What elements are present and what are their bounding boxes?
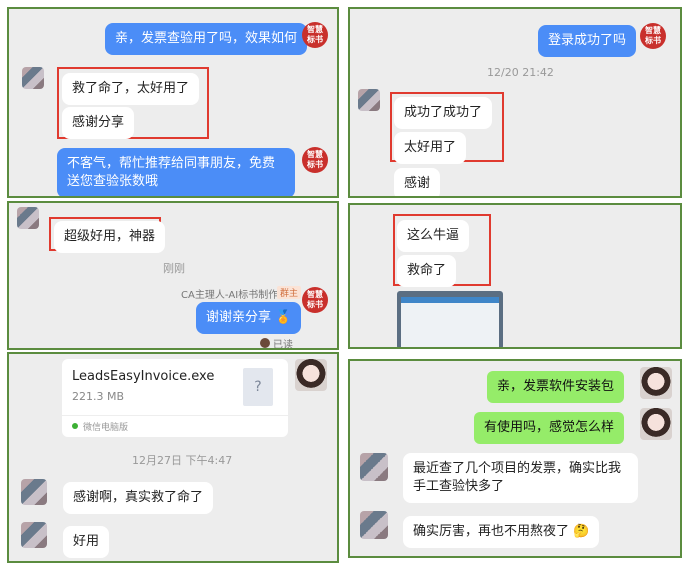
contact-avatar [360,511,388,539]
thumbnail-screen [401,297,499,347]
incoming-message[interactable]: 救命了 [397,255,457,287]
sender-avatar [640,367,672,399]
zhihui-biaoshu-avatar: 智慧标书 [302,147,328,173]
incoming-message[interactable]: 超级好用，神器 [54,221,166,253]
outgoing-message[interactable]: 亲，发票软件安装包 [487,371,625,403]
read-status: 已读 [273,340,293,350]
outgoing-message[interactable]: 谢谢亲分享 🏅 [196,302,302,334]
zhihui-biaoshu-avatar: 智慧标书 [302,22,328,48]
outgoing-message[interactable]: 亲，发票查验用了吗，效果如何 [105,23,308,55]
contact-avatar [360,453,388,481]
incoming-message[interactable]: 感谢分享 [62,107,135,139]
sender-name: CA主理人-AI标书制作 [181,290,279,301]
incoming-message[interactable]: 最近查了几个项目的发票，确实比我手工查验快多了 [403,453,638,503]
outgoing-message[interactable]: 登录成功了吗 [538,25,637,57]
chat-panel-4: 这么牛逼 救命了 [348,203,682,349]
contact-avatar [358,89,380,111]
incoming-message[interactable]: 好用 [63,526,110,558]
chat-panel-6: 亲，发票软件安装包 有使用吗，感觉怎么样 最近查了几个项目的发票，确实比我手工查… [348,359,682,558]
file-card[interactable]: LeadsEasyInvoice.exe 221.3 MB ? 微信电脑版 [62,359,288,437]
chat-panel-1: 亲，发票查验用了吗，效果如何 智慧标书 救了命了，太好用了 感谢分享 不客气，帮… [7,7,339,198]
timestamp: 刚刚 [163,262,185,275]
sender-avatar [640,408,672,440]
outgoing-message-text: 谢谢亲分享 [206,310,272,325]
reader-avatar [260,338,270,348]
owner-tag: 群主 [277,286,302,299]
outgoing-message[interactable]: 有使用吗，感觉怎么样 [474,412,625,444]
zhihui-biaoshu-avatar: 智慧标书 [302,287,328,313]
chat-panel-2: 登录成功了吗 智慧标书 12/20 21:42 成功了成功了 太好用了 感谢 [348,7,682,198]
incoming-message[interactable]: 确实厉害，再也不用熬夜了 🤔 [403,516,600,548]
zhihui-biaoshu-avatar: 智慧标书 [640,23,666,49]
screenshot-thumbnail[interactable] [397,291,503,347]
incoming-message[interactable]: 这么牛逼 [397,220,470,252]
file-card-divider [62,415,288,416]
file-size: 221.3 MB [72,390,125,403]
contact-avatar [17,207,39,229]
sweat-emoji-icon: 🤔 [573,524,590,539]
contact-avatar [21,522,47,548]
incoming-message-text: 确实厉害，再也不用熬夜了 [413,524,570,539]
file-source: 微信电脑版 [83,423,129,433]
contact-avatar [22,67,44,89]
contact-avatar [21,479,47,505]
thumbnail-header-bar [401,297,499,303]
medal-emoji-icon: 🏅 [275,310,292,325]
file-name: LeadsEasyInvoice.exe [72,369,215,384]
chat-panel-3: 超级好用，神器 刚刚 CA主理人-AI标书制作 群主 谢谢亲分享 🏅 智慧标书 … [7,201,339,350]
incoming-message[interactable]: 太好用了 [394,132,467,164]
wechat-pc-icon [72,423,78,429]
incoming-message[interactable]: 感谢 [394,168,441,196]
file-type-icon: ? [243,368,273,406]
timestamp: 12/20 21:42 [487,66,554,79]
chat-panel-5: LeadsEasyInvoice.exe 221.3 MB ? 微信电脑版 12… [7,352,339,563]
incoming-message[interactable]: 感谢啊，真实救了命了 [63,482,214,514]
incoming-message[interactable]: 救了命了，太好用了 [62,73,200,105]
sender-avatar [295,359,327,391]
timestamp: 12月27日 下午4:47 [132,454,233,467]
outgoing-message[interactable]: 不客气，帮忙推荐给同事朋友，免费送您查验张数哦 [57,148,295,196]
incoming-message[interactable]: 成功了成功了 [394,97,493,129]
